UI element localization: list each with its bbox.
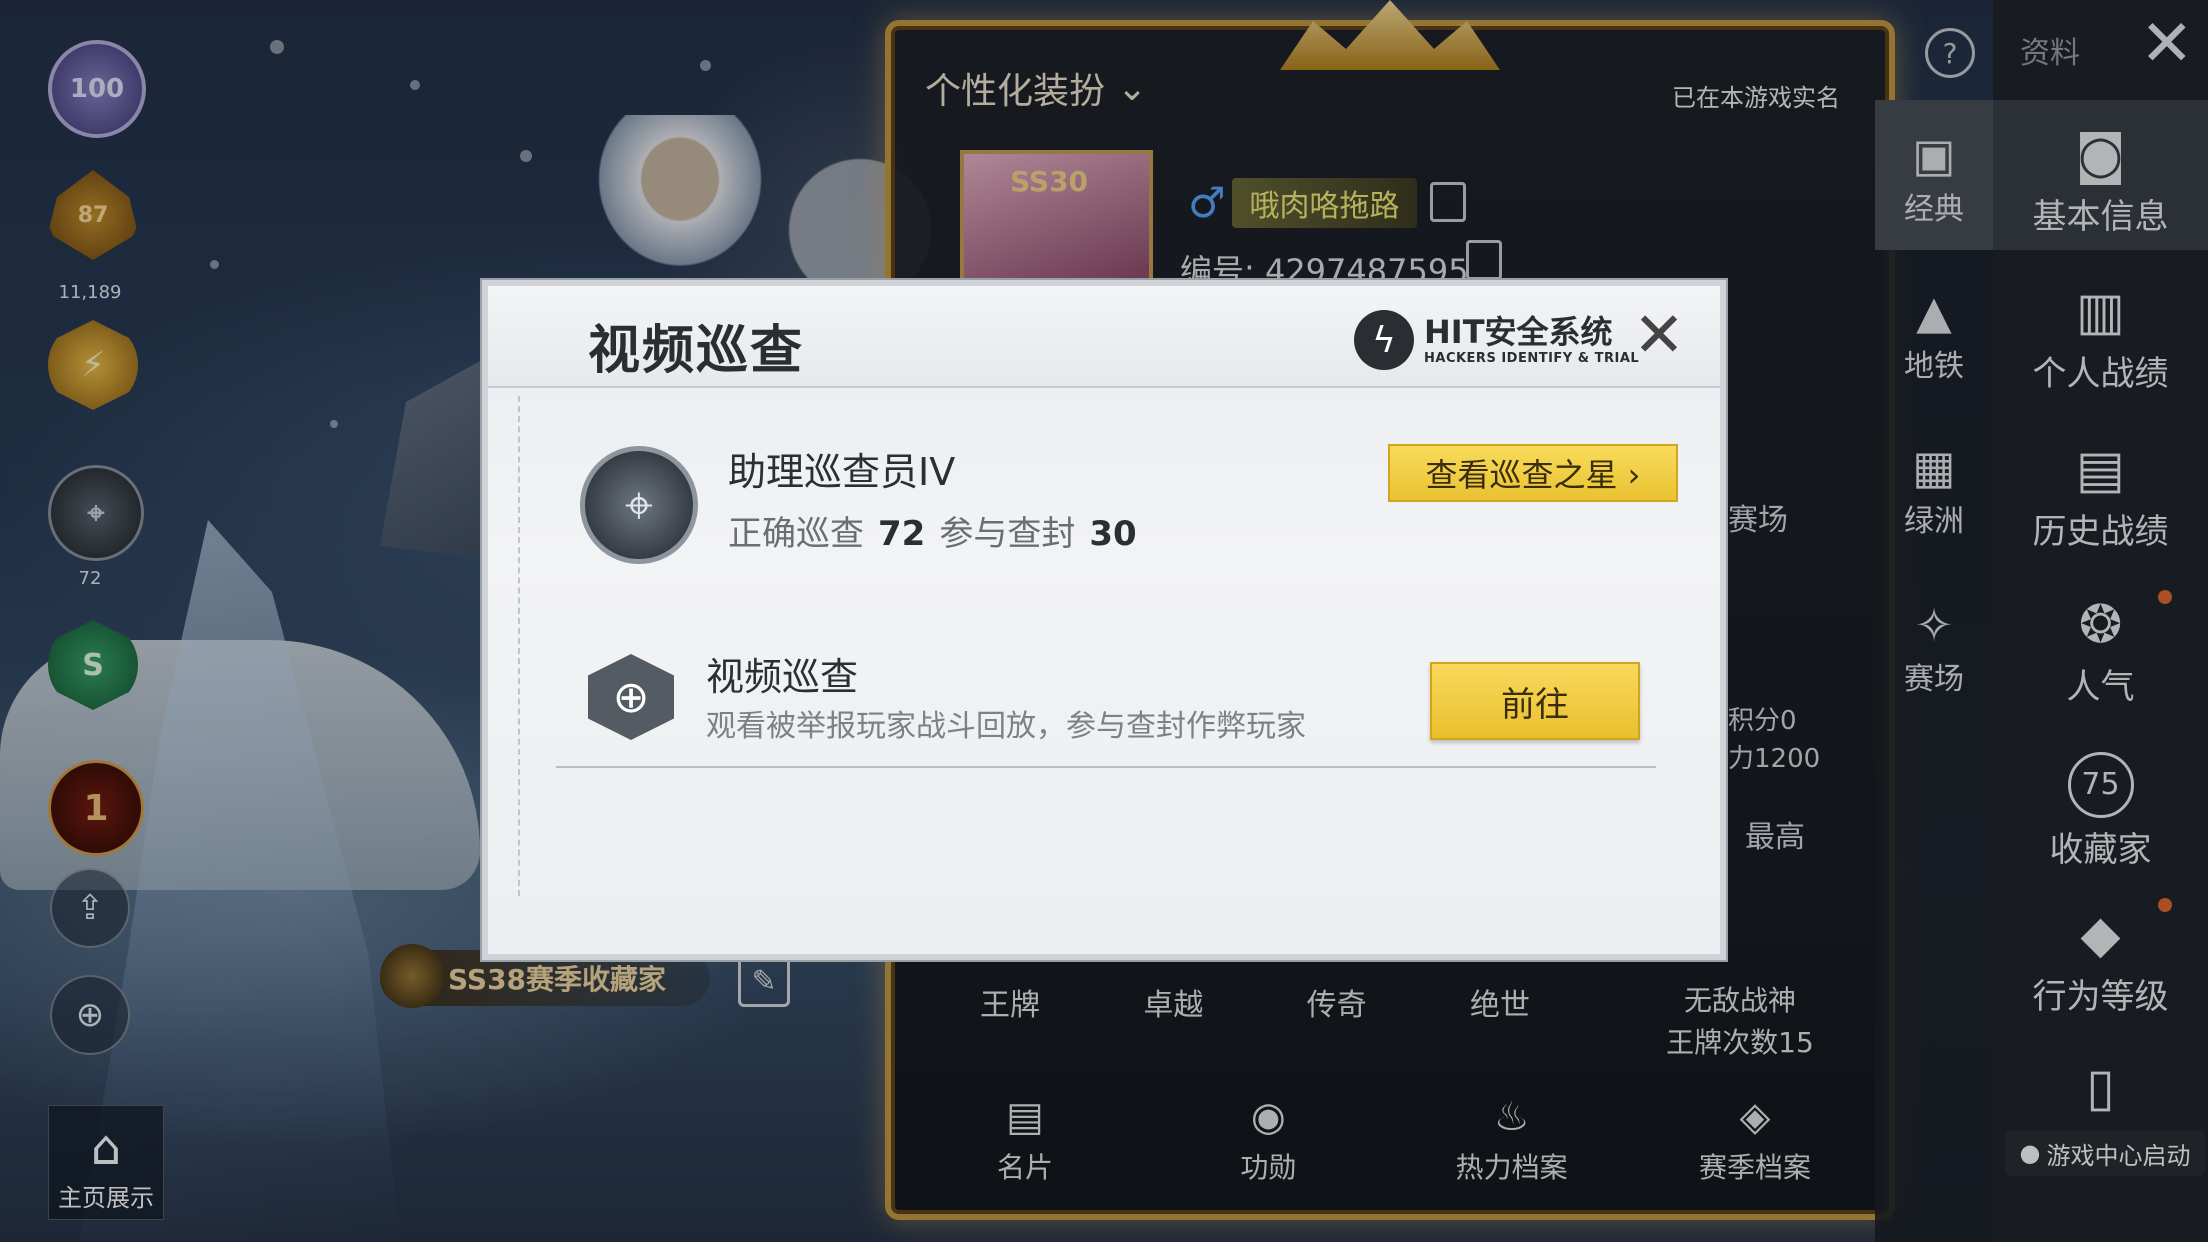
go-button[interactable]: 前往 bbox=[1430, 662, 1640, 740]
dialog-close-icon[interactable]: ✕ bbox=[1633, 304, 1685, 366]
patrol-rank-name: 助理巡查员IV bbox=[728, 450, 956, 494]
video-patrol-dialog: 视频巡查 ϟ HIT安全系统 HACKERS IDENTIFY & TRIAL … bbox=[482, 280, 1726, 960]
ban-participation-value: 30 bbox=[1089, 514, 1137, 554]
divider bbox=[556, 766, 1656, 768]
correct-patrol-label: 正确巡查 bbox=[728, 514, 864, 554]
video-patrol-title: 视频巡查 bbox=[706, 655, 859, 699]
patrol-stats: 正确巡查 72 参与查封 30 bbox=[728, 506, 1151, 555]
side-decoration bbox=[518, 396, 540, 896]
hit-logo-title: HIT安全系统 bbox=[1424, 312, 1613, 351]
crosshair-icon: ⊕ bbox=[588, 654, 674, 740]
correct-patrol-value: 72 bbox=[878, 514, 926, 554]
dialog-header: 视频巡查 ϟ HIT安全系统 HACKERS IDENTIFY & TRIAL … bbox=[488, 286, 1720, 388]
hit-security-logo: ϟ HIT安全系统 HACKERS IDENTIFY & TRIAL bbox=[1354, 310, 1639, 370]
video-patrol-description: 观看被举报玩家战斗回放，参与查封作弊玩家 bbox=[706, 709, 1306, 744]
scope-rank-icon: ⌖ bbox=[580, 446, 698, 564]
ban-participation-label: 参与查封 bbox=[939, 514, 1076, 554]
dialog-title: 视频巡查 bbox=[588, 321, 805, 381]
lightning-logo-icon: ϟ bbox=[1354, 310, 1414, 370]
hit-logo-subtitle: HACKERS IDENTIFY & TRIAL bbox=[1424, 350, 1640, 366]
view-patrol-star-button[interactable]: 查看巡查之星 › bbox=[1388, 444, 1678, 502]
